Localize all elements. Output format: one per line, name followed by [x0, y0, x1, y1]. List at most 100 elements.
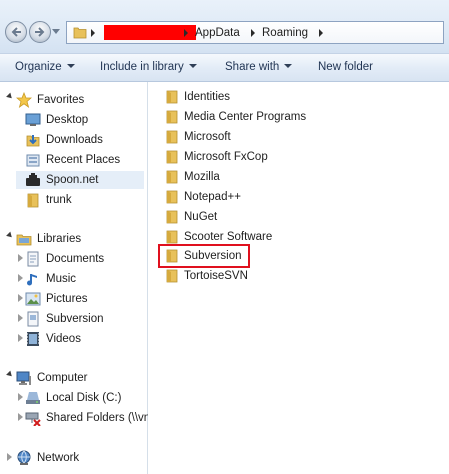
nav-item-music[interactable]: Music: [25, 270, 76, 288]
expand-favorites-toggle[interactable]: [6, 92, 14, 101]
breadcrumb-separator[interactable]: [91, 29, 95, 37]
expand-toggle[interactable]: [18, 393, 23, 401]
nav-item-documents[interactable]: Documents: [25, 250, 104, 268]
nav-network-label: Network: [37, 452, 80, 464]
nav-item-label: Downloads: [46, 134, 103, 146]
folder-icon: [166, 110, 180, 124]
share-with-menu[interactable]: Share with: [225, 61, 293, 73]
libraries-icon: [16, 231, 32, 247]
recent-places-icon: [25, 152, 41, 168]
folder-name: Subversion: [184, 250, 242, 262]
expand-libraries-toggle[interactable]: [6, 231, 14, 240]
breadcrumb-appdata[interactable]: AppData: [195, 27, 240, 39]
expand-toggle[interactable]: [18, 314, 23, 322]
folder-item[interactable]: TortoiseSVN: [166, 267, 248, 285]
expand-network-toggle[interactable]: [7, 453, 12, 461]
nav-item-downloads[interactable]: Downloads: [25, 131, 103, 149]
nav-item-label: Documents: [46, 253, 105, 265]
address-bar[interactable]: AppData Roaming: [66, 21, 444, 44]
nav-favorites-label: Favorites: [37, 94, 85, 106]
folder-name: NuGet: [184, 211, 218, 223]
folder-icon: [166, 90, 180, 104]
folder-name: TortoiseSVN: [184, 270, 248, 282]
nav-item-local-disk[interactable]: Local Disk (C:): [25, 389, 121, 407]
nav-favorites[interactable]: Favorites: [16, 91, 84, 109]
nav-computer[interactable]: Computer: [16, 369, 88, 387]
nav-computer-label: Computer: [37, 372, 88, 384]
pictures-icon: [25, 291, 41, 307]
folder-icon: [166, 210, 180, 224]
folder-item[interactable]: Identities: [166, 88, 230, 106]
folder-icon: [166, 269, 180, 283]
recent-pages-dropdown[interactable]: [52, 29, 60, 35]
nav-item-label: Pictures: [46, 293, 88, 305]
expand-computer-toggle[interactable]: [6, 370, 14, 379]
nav-item-label: Music: [46, 273, 77, 285]
nav-item-label: Spoon.net: [46, 174, 99, 186]
back-button[interactable]: [5, 21, 27, 43]
chevron-down-icon: [284, 64, 293, 68]
chevron-down-icon: [66, 64, 75, 68]
disconnected-network-drive-icon: [25, 410, 41, 426]
folder-item[interactable]: Scooter Software: [166, 228, 272, 246]
nav-item-desktop[interactable]: Desktop: [25, 111, 88, 129]
nav-item-spoon-net[interactable]: Spoon.net: [16, 171, 144, 189]
new-folder-label: New folder: [318, 61, 373, 73]
nav-item-videos[interactable]: Videos: [25, 330, 81, 348]
folder-icon: [166, 150, 180, 164]
nav-item-label: Desktop: [46, 114, 89, 126]
folder-item[interactable]: NuGet: [166, 208, 217, 226]
share-with-label: Share with: [225, 61, 280, 73]
include-in-library-label: Include in library: [100, 61, 184, 73]
folder-name: Notepad++: [184, 191, 241, 203]
library-icon: [25, 311, 41, 327]
nav-item-trunk[interactable]: trunk: [25, 191, 72, 209]
new-folder-button[interactable]: New folder: [318, 61, 373, 73]
folder-icon: [166, 130, 180, 144]
expand-toggle[interactable]: [18, 274, 23, 282]
nav-network[interactable]: Network: [16, 449, 79, 467]
folder-item[interactable]: Notepad++: [166, 188, 241, 206]
navigation-pane: Favorites Desktop Downloads Recent Place…: [0, 82, 150, 474]
folder-icon: [73, 27, 87, 39]
nav-item-label: Shared Folders (\\vn: [46, 412, 151, 424]
folder-item-subversion[interactable]: Subversion: [158, 244, 250, 268]
nav-libraries[interactable]: Libraries: [16, 230, 81, 248]
nav-item-subversion-library[interactable]: Subversion: [25, 310, 104, 328]
folder-name: Media Center Programs: [184, 111, 307, 123]
redacted-path-segment: [104, 25, 196, 40]
folder-icon: [166, 190, 180, 204]
computer-icon: [16, 370, 32, 386]
breadcrumb-separator[interactable]: [184, 29, 188, 37]
folder-name: Microsoft: [184, 131, 231, 143]
folder-item[interactable]: Media Center Programs: [166, 108, 306, 126]
folder-icon: [166, 170, 180, 184]
nav-libraries-label: Libraries: [37, 233, 82, 245]
nav-item-label: trunk: [46, 194, 72, 206]
expand-toggle[interactable]: [18, 334, 23, 342]
hard-drive-icon: [25, 390, 41, 406]
nav-item-label: Local Disk (C:): [46, 392, 122, 404]
nav-item-shared-folders[interactable]: Shared Folders (\\vn: [25, 409, 150, 427]
folder-item[interactable]: Mozilla: [166, 168, 220, 186]
forward-button[interactable]: [29, 21, 51, 43]
breadcrumb-roaming[interactable]: Roaming: [262, 27, 308, 39]
expand-toggle[interactable]: [18, 413, 23, 421]
nav-item-pictures[interactable]: Pictures: [25, 290, 88, 308]
folder-item[interactable]: Microsoft: [166, 128, 231, 146]
expand-toggle[interactable]: [18, 254, 23, 262]
organize-label: Organize: [15, 61, 62, 73]
back-arrow-icon: [11, 27, 21, 37]
forward-arrow-icon: [35, 27, 45, 37]
expand-toggle[interactable]: [18, 294, 23, 302]
folder-name: Scooter Software: [184, 231, 273, 243]
nav-item-recent-places[interactable]: Recent Places: [25, 151, 120, 169]
include-in-library-menu[interactable]: Include in library: [100, 61, 197, 73]
folder-icon: [166, 230, 180, 244]
breadcrumb-separator[interactable]: [251, 29, 255, 37]
breadcrumb-separator[interactable]: [319, 29, 323, 37]
command-bar: Organize Include in library Share with N…: [0, 54, 449, 82]
nav-item-label: Videos: [46, 333, 81, 345]
organize-menu[interactable]: Organize: [15, 61, 75, 73]
folder-item[interactable]: Microsoft FxCop: [166, 148, 268, 166]
